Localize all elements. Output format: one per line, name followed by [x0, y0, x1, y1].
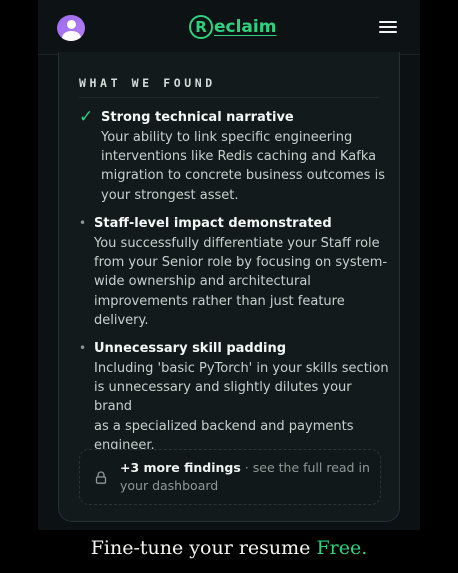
promo-text: Fine-tune your resume [90, 537, 317, 559]
finding-line: is unnecessary and slightly dilutes your… [94, 380, 352, 415]
promo-highlight: Free. [316, 537, 368, 559]
finding-line: interventions like Redis caching and Kaf… [101, 149, 377, 165]
divider [79, 97, 379, 98]
finding-line: as a specialized backend and payments [94, 418, 354, 434]
logo-mark-icon: R [189, 15, 213, 39]
menu-bar [379, 26, 397, 28]
bullet-icon: • [79, 216, 87, 230]
reclaim-logo[interactable]: R eclaim [189, 14, 276, 40]
more-findings-line: +3 more findings · see the full read in [120, 459, 370, 477]
more-findings-link[interactable]: +3 more findings · see the full read in … [79, 449, 381, 505]
finding-line: You successfully differentiate your Staf… [94, 236, 380, 251]
promo-banner: Fine-tune your resume Free. [0, 530, 458, 573]
finding-line: Including 'basic PyTorch' in your skills… [94, 361, 389, 376]
finding-line: wide ownership and architectural [94, 274, 311, 290]
finding-line: your strongest asset. [101, 187, 239, 203]
more-findings-count: +3 more findings [120, 460, 241, 475]
hamburger-menu-icon[interactable] [379, 21, 397, 34]
top-nav: R eclaim [38, 0, 420, 55]
logo-wordmark: eclaim [214, 17, 277, 37]
menu-bar [379, 21, 397, 23]
avatar-head-shape [67, 20, 76, 29]
finding-description: Your ability to link specific engineerin… [101, 128, 389, 205]
more-findings-text: +3 more findings · see the full read in … [120, 459, 370, 495]
finding-title: Staff-level impact demonstrated [94, 216, 332, 231]
finding-item: • Staff-level impact demonstrated You su… [79, 214, 389, 330]
finding-title: Strong technical narrative [101, 110, 294, 125]
finding-line: from your Senior role by focusing on sys… [94, 255, 388, 271]
finding-line: improvements rather than just feature [94, 293, 345, 309]
more-findings-line: your dashboard [120, 478, 219, 493]
finding-description: You successfully differentiate your Staf… [94, 234, 389, 330]
lock-icon [95, 471, 107, 484]
avatar-body-shape [62, 31, 81, 41]
app-frame: R eclaim WHAT WE FOUND ✓ Strong technica… [38, 0, 420, 530]
finding-line: migration to concrete business outcomes … [101, 168, 385, 184]
finding-item: ✓ Strong technical narrative Your abilit… [79, 107, 389, 205]
menu-bar [379, 31, 397, 33]
bullet-icon: • [79, 341, 87, 355]
section-title: WHAT WE FOUND [79, 76, 216, 90]
finding-line: delivery. [94, 312, 149, 328]
finding-line: Your ability to link specific engineerin… [101, 130, 353, 145]
finding-item: • Unnecessary skill padding Including 'b… [79, 339, 389, 455]
more-findings-rest: · see the full read in [240, 460, 370, 475]
check-icon: ✓ [79, 107, 94, 127]
user-avatar-icon[interactable] [57, 15, 85, 41]
findings-card: WHAT WE FOUND ✓ Strong technical narrati… [58, 52, 400, 522]
finding-description: Including 'basic PyTorch' in your skills… [94, 359, 389, 455]
finding-title: Unnecessary skill padding [94, 341, 287, 356]
